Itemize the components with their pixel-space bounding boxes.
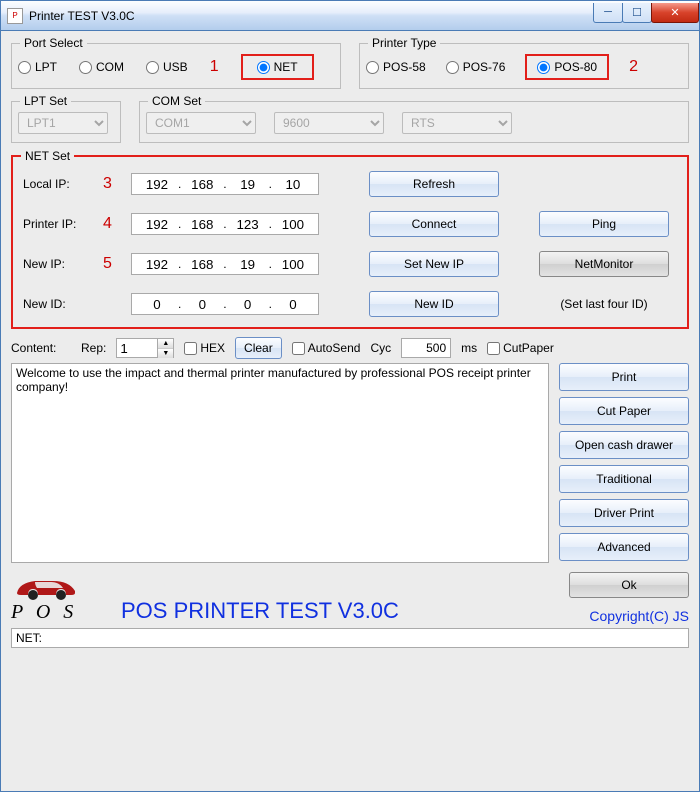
radio-pos80[interactable]: POS-80 — [525, 54, 609, 80]
printer-ip-label: Printer IP: — [23, 217, 93, 231]
content-label: Content: — [11, 341, 71, 355]
net-set-legend: NET Set — [21, 149, 74, 163]
com-flow-select: RTS — [402, 112, 512, 134]
new-ip-label: New IP: — [23, 257, 93, 271]
cyc-input[interactable] — [401, 338, 451, 358]
pos-logo-text: P O S — [11, 601, 111, 624]
app-icon: P — [7, 8, 23, 24]
copyright-label: Copyright(C) JS — [589, 608, 689, 624]
set-last-four-label: (Set last four ID) — [539, 297, 669, 311]
radio-pos58[interactable]: POS-58 — [366, 60, 426, 74]
titlebar[interactable]: P Printer TEST V3.0C ─ ☐ ✕ — [1, 1, 699, 31]
clear-button[interactable]: Clear — [235, 337, 282, 359]
client-area: Port Select LPT COM USB 1 NET Printer Ty… — [1, 31, 699, 791]
rep-label: Rep: — [81, 341, 106, 355]
callout-3: 3 — [103, 175, 121, 193]
cyc-unit: ms — [461, 341, 477, 355]
cutpaper-checkbox[interactable]: CutPaper — [487, 341, 554, 355]
refresh-button[interactable]: Refresh — [369, 171, 499, 197]
com-port-select: COM1 — [146, 112, 256, 134]
maximize-button[interactable]: ☐ — [622, 3, 652, 23]
close-button[interactable]: ✕ — [651, 3, 699, 23]
ok-button[interactable]: Ok — [569, 572, 689, 598]
app-window: P Printer TEST V3.0C ─ ☐ ✕ Port Select L… — [0, 0, 700, 792]
local-ip-input[interactable]: . . . — [131, 173, 319, 195]
new-id-button[interactable]: New ID — [369, 291, 499, 317]
new-id-label: New ID: — [23, 297, 93, 311]
rep-up-icon: ▲ — [158, 339, 173, 349]
radio-net[interactable]: NET — [241, 54, 314, 80]
lpt-select: LPT1 — [18, 112, 108, 134]
hex-checkbox[interactable]: HEX — [184, 341, 225, 355]
callout-5: 5 — [103, 255, 121, 273]
cyc-label: Cyc — [370, 341, 391, 355]
app-big-title: POS PRINTER TEST V3.0C — [121, 598, 539, 624]
printer-type-legend: Printer Type — [368, 36, 440, 50]
connect-button[interactable]: Connect — [369, 211, 499, 237]
cut-paper-button[interactable]: Cut Paper — [559, 397, 689, 425]
set-new-ip-button[interactable]: Set New IP — [369, 251, 499, 277]
autosend-checkbox[interactable]: AutoSend — [292, 341, 361, 355]
callout-4: 4 — [103, 215, 121, 233]
minimize-button[interactable]: ─ — [593, 3, 623, 23]
radio-usb[interactable]: USB — [146, 60, 188, 74]
rep-down-icon: ▼ — [158, 349, 173, 358]
callout-1: 1 — [210, 58, 219, 76]
printer-ip-input[interactable]: . . . — [131, 213, 319, 235]
radio-lpt[interactable]: LPT — [18, 60, 57, 74]
car-icon — [11, 571, 81, 601]
com-set-legend: COM Set — [148, 94, 205, 108]
ping-button[interactable]: Ping — [539, 211, 669, 237]
radio-com[interactable]: COM — [79, 60, 124, 74]
open-cash-drawer-button[interactable]: Open cash drawer — [559, 431, 689, 459]
advanced-button[interactable]: Advanced — [559, 533, 689, 561]
radio-pos76[interactable]: POS-76 — [446, 60, 506, 74]
print-button[interactable]: Print — [559, 363, 689, 391]
rep-spinner[interactable]: ▲▼ — [116, 338, 174, 358]
content-textarea[interactable]: Welcome to use the impact and thermal pr… — [11, 363, 549, 563]
new-ip-input[interactable]: . . . — [131, 253, 319, 275]
window-title: Printer TEST V3.0C — [29, 9, 135, 23]
driver-print-button[interactable]: Driver Print — [559, 499, 689, 527]
net-monitor-button[interactable]: NetMonitor — [539, 251, 669, 277]
com-baud-select: 9600 — [274, 112, 384, 134]
lpt-set-legend: LPT Set — [20, 94, 71, 108]
callout-2: 2 — [629, 58, 638, 76]
traditional-button[interactable]: Traditional — [559, 465, 689, 493]
port-select-legend: Port Select — [20, 36, 87, 50]
status-bar: NET: — [11, 628, 689, 648]
new-id-input[interactable]: . . . — [131, 293, 319, 315]
local-ip-label: Local IP: — [23, 177, 93, 191]
